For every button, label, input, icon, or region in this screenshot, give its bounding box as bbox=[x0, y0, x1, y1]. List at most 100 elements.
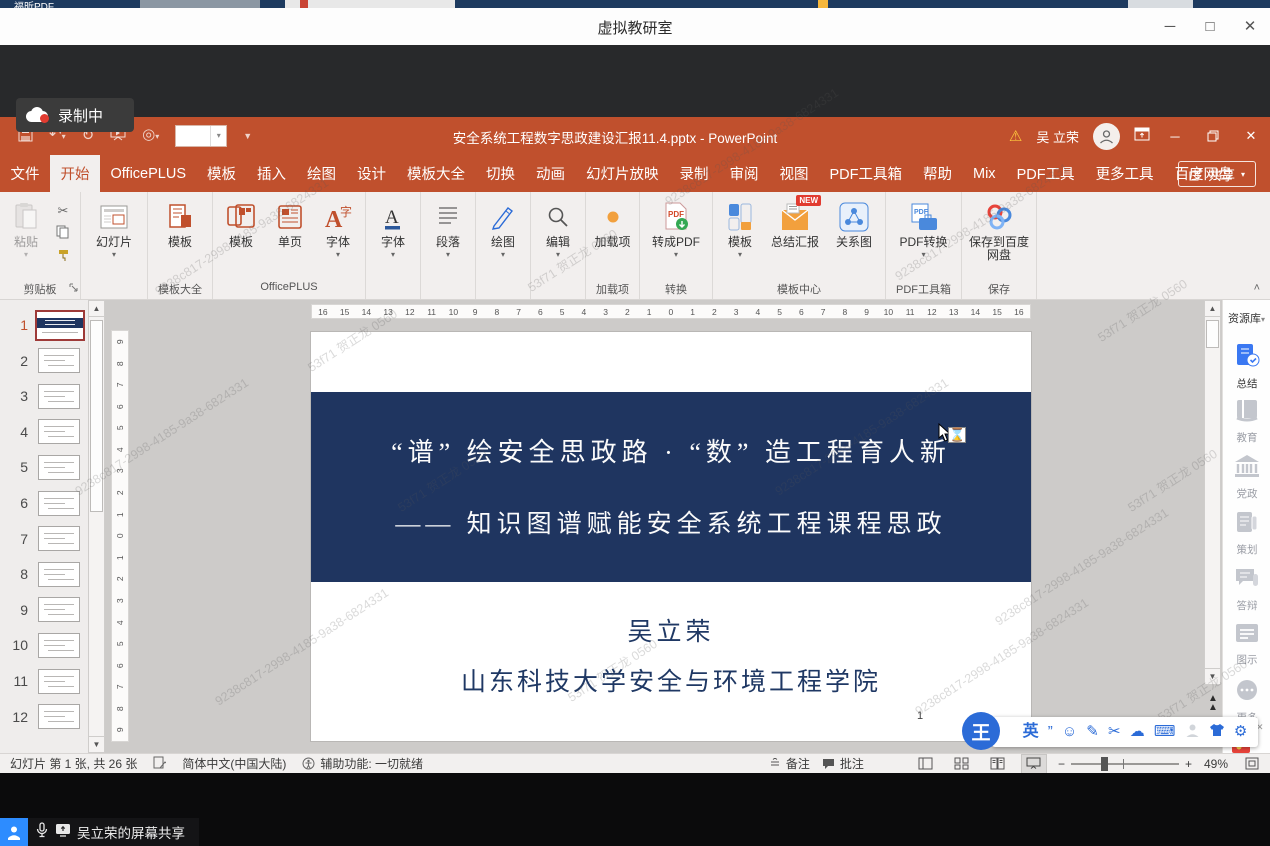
thumbnail-row-11[interactable]: 11 bbox=[0, 664, 88, 698]
browser-tab[interactable] bbox=[1128, 0, 1193, 8]
ribbon-display-options-icon[interactable] bbox=[1134, 127, 1150, 146]
zoom-slider-thumb[interactable] bbox=[1101, 757, 1108, 771]
thumbnail-slide-5[interactable] bbox=[38, 455, 80, 480]
tab-视图[interactable]: 视图 bbox=[769, 155, 819, 192]
tab-文件[interactable]: 文件 bbox=[0, 155, 50, 192]
resource-item-教育[interactable]: 教育 bbox=[1223, 398, 1270, 445]
thumbnail-row-3[interactable]: 3 bbox=[0, 379, 88, 413]
main-scroll-down-icon[interactable]: ▼ bbox=[1204, 668, 1221, 685]
ribbon-button-模板[interactable]: 模板 bbox=[154, 198, 206, 249]
share-button[interactable]: 共享 ▾ bbox=[1178, 161, 1256, 187]
main-scroll-up-icon[interactable]: ▲ bbox=[1204, 300, 1221, 317]
tab-OfficePLUS[interactable]: OfficePLUS bbox=[100, 155, 197, 192]
tab-模板大全[interactable]: 模板大全 bbox=[397, 155, 476, 192]
main-scrollbar[interactable] bbox=[1204, 300, 1221, 685]
comments-toggle[interactable]: 批注 bbox=[822, 755, 864, 772]
tab-帮助[interactable]: 帮助 bbox=[913, 155, 963, 192]
qat-overflow-caret-icon[interactable]: ▼ bbox=[243, 128, 252, 144]
thumbnail-row-7[interactable]: 7 bbox=[0, 522, 88, 556]
thumbnail-scroll-down-icon[interactable]: ▼ bbox=[88, 736, 105, 753]
ribbon-button-字体[interactable]: A字字体▾ bbox=[315, 198, 361, 259]
ribbon-button-幻灯片[interactable]: 幻灯片▾ bbox=[85, 198, 143, 259]
quick-access-combobox[interactable]: ▾ bbox=[175, 125, 227, 147]
ribbon-button-段落[interactable]: 段落▾ bbox=[425, 198, 471, 259]
thumbnail-row-5[interactable]: 5 bbox=[0, 450, 88, 484]
ime-tool-icon[interactable]: ” bbox=[1048, 724, 1053, 740]
ime-tool-icon[interactable]: ⌨ bbox=[1154, 724, 1176, 740]
ribbon-button-绘图[interactable]: 绘图▾ bbox=[480, 198, 526, 259]
accessibility-status[interactable]: 辅助功能: 一切就绪 bbox=[302, 755, 423, 772]
thumbnail-slide-9[interactable] bbox=[38, 597, 80, 622]
ime-logo-icon[interactable]: 王 bbox=[962, 712, 1000, 750]
notes-toggle[interactable]: 备注 bbox=[769, 755, 810, 772]
thumbnail-slide-1[interactable] bbox=[35, 310, 85, 341]
tab-PDF工具箱[interactable]: PDF工具箱 bbox=[819, 155, 913, 192]
ribbon-button-单页[interactable]: 单页 bbox=[267, 198, 313, 249]
thumbnail-slide-4[interactable] bbox=[38, 419, 80, 444]
ribbon-button-转成PDF[interactable]: PDF转成PDF▾ bbox=[644, 198, 708, 259]
ime-mode-label[interactable]: 英 bbox=[1023, 724, 1039, 740]
thumbnail-row-12[interactable]: 12 bbox=[0, 700, 88, 734]
ribbon-button-模板[interactable]: 模板▾ bbox=[717, 198, 763, 259]
spell-check-icon[interactable] bbox=[153, 756, 166, 772]
tab-审阅[interactable]: 审阅 bbox=[719, 155, 769, 192]
ime-tool-icon[interactable]: ✂ bbox=[1108, 724, 1121, 740]
zoom-in-icon[interactable]: + bbox=[1185, 757, 1192, 771]
thumbnail-slide-10[interactable] bbox=[38, 633, 80, 658]
ribbon-button-模板[interactable]: 模板 bbox=[217, 198, 265, 249]
styles-icon[interactable]: ◎▾ bbox=[142, 127, 159, 145]
ime-tool-icon[interactable]: ☁ bbox=[1130, 724, 1145, 740]
thumbnail-row-10[interactable]: 10 bbox=[0, 628, 88, 662]
thumbnail-slide-11[interactable] bbox=[38, 669, 80, 694]
view-reading-button[interactable] bbox=[986, 755, 1010, 773]
meeting-maximize-button[interactable]: □ bbox=[1190, 8, 1230, 45]
ppt-restore-button[interactable] bbox=[1194, 117, 1232, 155]
ribbon-button-关系图[interactable]: 关系图 bbox=[827, 198, 881, 249]
dialog-launcher-icon[interactable] bbox=[69, 283, 78, 295]
thumbnail-row-6[interactable]: 6 bbox=[0, 486, 88, 520]
thumbnail-scrollbar-thumb[interactable] bbox=[90, 320, 103, 512]
browser-tab[interactable] bbox=[140, 0, 260, 8]
resource-item-党政[interactable]: 党政 bbox=[1223, 454, 1270, 501]
resource-item-答辩[interactable]: 答辩 bbox=[1223, 566, 1270, 613]
mic-icon[interactable] bbox=[36, 822, 48, 843]
ime-skin-icon[interactable] bbox=[1209, 723, 1225, 741]
thumbnail-row-1[interactable]: 1 bbox=[0, 308, 88, 342]
ime-tool-icon[interactable]: ⚙ bbox=[1234, 724, 1247, 740]
tab-开始[interactable]: 开始 bbox=[50, 155, 100, 192]
view-slideshow-button[interactable] bbox=[1022, 755, 1046, 773]
view-sorter-button[interactable] bbox=[950, 755, 974, 773]
ribbon-button-粘贴[interactable]: 粘贴▾ bbox=[4, 198, 48, 259]
warning-icon[interactable]: ⚠ bbox=[1009, 127, 1022, 145]
ime-tool-icon[interactable]: ☺ bbox=[1062, 724, 1077, 740]
collapse-ribbon-icon[interactable]: ˄ bbox=[1254, 282, 1260, 294]
thumbnail-slide-8[interactable] bbox=[38, 562, 80, 587]
thumbnail-slide-2[interactable] bbox=[38, 348, 80, 373]
meeting-close-button[interactable]: ✕ bbox=[1230, 8, 1270, 45]
tab-切换[interactable]: 切换 bbox=[476, 155, 526, 192]
thumbnail-scroll-up-icon[interactable]: ▲ bbox=[88, 300, 105, 317]
tab-设计[interactable]: 设计 bbox=[347, 155, 397, 192]
tab-Mix[interactable]: Mix bbox=[963, 155, 1007, 192]
ime-tool-icon[interactable]: ✎ bbox=[1086, 724, 1099, 740]
thumbnail-row-4[interactable]: 4 bbox=[0, 415, 88, 449]
view-normal-button[interactable] bbox=[914, 755, 938, 773]
thumbnail-slide-3[interactable] bbox=[38, 384, 80, 409]
thumbnail-slide-7[interactable] bbox=[38, 526, 80, 551]
thumbnail-slide-6[interactable] bbox=[38, 491, 80, 516]
screen-share-icon[interactable] bbox=[55, 823, 71, 842]
resource-item-策划[interactable]: 策划 bbox=[1223, 510, 1270, 557]
ribbon-button-总结汇报[interactable]: NEW总结汇报 bbox=[765, 198, 825, 249]
ime-person-icon[interactable] bbox=[1185, 723, 1200, 742]
tab-模板[interactable]: 模板 bbox=[197, 155, 247, 192]
avatar[interactable] bbox=[1093, 123, 1120, 150]
browser-tab[interactable] bbox=[285, 0, 455, 8]
tab-动画[interactable]: 动画 bbox=[526, 155, 576, 192]
language-status[interactable]: 简体中文(中国大陆) bbox=[182, 755, 286, 772]
fit-to-window-icon[interactable] bbox=[1240, 755, 1264, 773]
copy-icon[interactable] bbox=[56, 225, 70, 244]
zoom-slider-track[interactable] bbox=[1071, 763, 1179, 765]
tab-更多工具[interactable]: 更多工具 bbox=[1085, 155, 1164, 192]
cut-icon[interactable]: ✂ bbox=[58, 202, 69, 220]
tab-插入[interactable]: 插入 bbox=[247, 155, 297, 192]
